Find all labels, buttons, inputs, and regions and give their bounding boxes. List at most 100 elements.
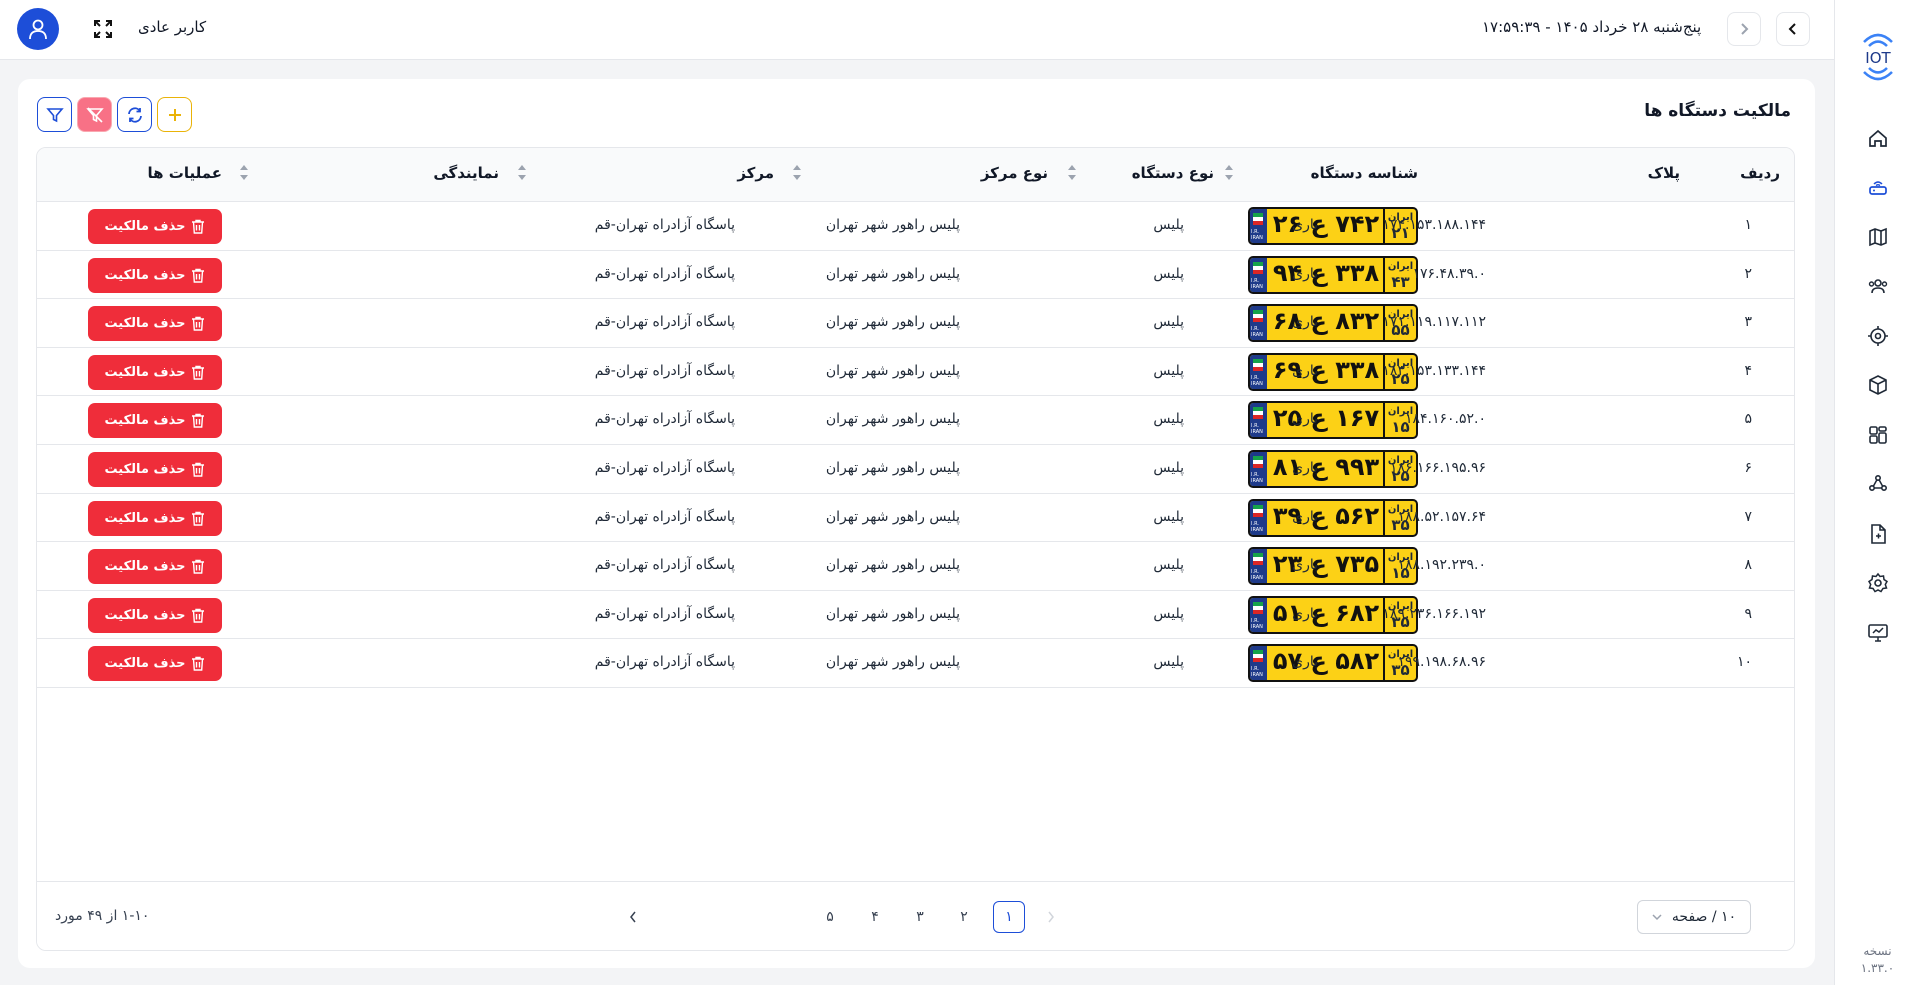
app-logo[interactable]: IOT [1835, 28, 1919, 86]
center-name: پلیس راهور شهر تهران [825, 508, 960, 525]
device-id: ۱۸۹.۲۳۶.۱۶۶.۱۹۲ [1382, 605, 1486, 622]
row-number: ۱ [1744, 217, 1752, 233]
page-button-1[interactable]: ۱ [993, 901, 1025, 933]
table-row: ۷ I.R. IRAN ۵۶۲ ع ۳۹ ایران ۳۵ ۱۸۸.۵۲.۱۵۷.۶۴ بار… [37, 493, 1794, 543]
agency-name: پاسگاه آزادراه تهران-قم [594, 265, 735, 282]
row-number: ۵ [1744, 411, 1752, 428]
delete-ownership-button[interactable]: حذف مالکیت [88, 209, 222, 244]
delete-ownership-button[interactable]: حذف مالکیت [88, 306, 222, 342]
license-plate: I.R. IRAN ۵۸۲ ع ۵۷ ایران ۳۵ [1248, 644, 1418, 683]
page-size-select[interactable]: ۱۰ / صفحه [1637, 900, 1751, 934]
trash-icon [192, 511, 205, 526]
center-name: پلیس راهور شهر تهران [825, 605, 960, 622]
device-id: ۱۷۶.۴۸.۳۹.۰ [1412, 265, 1486, 282]
sidebar-item-file[interactable] [1835, 509, 1919, 559]
chevron-down-icon [1652, 913, 1662, 920]
agency-name: پاسگاه آزادراه تهران-قم [594, 217, 735, 233]
device-id: ۱۸۳.۱۵۳.۱۳۳.۱۴۴ [1382, 362, 1486, 379]
sidebar-item-router[interactable] [1835, 163, 1919, 213]
delete-ownership-button[interactable]: حذف مالکیت [88, 354, 222, 390]
delete-ownership-button[interactable]: حذف مالکیت [88, 257, 222, 293]
page-button-2[interactable]: ۲ [948, 901, 980, 933]
sort-agency-icon[interactable] [517, 165, 527, 187]
dashboard-icon [1868, 425, 1887, 444]
plate-flag-strip: I.R. IRAN [1250, 403, 1267, 438]
sidebar-item-network[interactable] [1835, 460, 1919, 510]
sidebar-item-dashboard[interactable] [1835, 410, 1919, 460]
page-button-4[interactable]: ۴ [859, 901, 891, 933]
user-name[interactable]: کاربر عادی [138, 18, 206, 36]
page-title: مالکیت دستگاه ها [1644, 101, 1791, 121]
iran-flag-icon [1253, 213, 1263, 225]
plate-main-number: ۸۳۲ ع ۶۸ [1272, 307, 1380, 336]
delete-ownership-button[interactable]: حذف مالکیت [88, 403, 222, 439]
sidebar-item-target[interactable] [1835, 311, 1919, 361]
delete-ownership-label: حذف مالکیت [104, 462, 186, 477]
page-button-3[interactable]: ۳ [904, 901, 936, 933]
clear-filter-button[interactable] [77, 97, 112, 132]
iran-flag-icon [1253, 601, 1263, 614]
user-avatar[interactable] [17, 8, 59, 50]
back-button[interactable] [1776, 12, 1810, 46]
center-name: پلیس راهور شهر تهران [825, 362, 960, 379]
delete-ownership-label: حذف مالکیت [104, 219, 186, 234]
delete-ownership-label: حذف مالکیت [104, 267, 186, 283]
prev-page-button[interactable] [1035, 901, 1067, 933]
delete-ownership-button[interactable]: حذف مالکیت [88, 452, 222, 487]
trash-icon [192, 657, 205, 672]
page-button-5[interactable]: ۵ [814, 901, 846, 933]
filter-button[interactable] [37, 97, 72, 132]
plus-icon [168, 108, 181, 121]
trash-icon [192, 608, 205, 623]
delete-ownership-button[interactable]: حذف مالکیت [88, 597, 222, 633]
refresh-button[interactable] [117, 97, 152, 132]
agency-name: پاسگاه آزادراه تهران-قم [594, 460, 735, 476]
sidebar-item-users[interactable] [1835, 262, 1919, 312]
agency-name: پاسگاه آزادراه تهران-قم [594, 605, 735, 622]
sidebar-item-map[interactable] [1835, 212, 1919, 262]
sort-actions-icon[interactable] [239, 165, 249, 187]
sidebar-item-settings[interactable] [1835, 559, 1919, 609]
device-type: باری [1292, 411, 1318, 428]
device-type: باری [1292, 605, 1318, 622]
file-icon [1870, 523, 1886, 544]
center-name: پلیس راهور شهر تهران [825, 557, 960, 574]
col-center-type[interactable]: نوع مرکز [981, 164, 1048, 182]
device-id: ۱۸۴.۱۶۰.۵۲.۰ [1404, 411, 1486, 428]
license-plate: I.R. IRAN ۵۶۲ ع ۳۹ ایران ۳۵ [1248, 498, 1418, 537]
col-actions[interactable]: عملیات ها [147, 164, 222, 182]
device-type: باری [1292, 557, 1318, 574]
forward-button[interactable] [1727, 12, 1761, 46]
version-number: ۱.۳۳.۰ [1860, 961, 1895, 975]
plate-main-number: ۷۴۲ ع ۲۶ [1272, 210, 1380, 238]
delete-ownership-button[interactable]: حذف مالکیت [88, 646, 222, 682]
delete-ownership-button[interactable]: حذف مالکیت [88, 500, 222, 536]
delete-ownership-button[interactable]: حذف مالکیت [88, 549, 222, 585]
trash-icon [192, 365, 205, 380]
add-button[interactable] [157, 97, 192, 132]
center-type: پلیس [1153, 411, 1184, 428]
center-type: پلیس [1153, 362, 1184, 379]
sort-center-type-icon[interactable] [1067, 165, 1077, 187]
col-device-type[interactable]: نوع دستگاه [1132, 164, 1214, 182]
fullscreen-icon[interactable] [92, 18, 114, 40]
center-type: پلیس [1153, 265, 1184, 282]
sort-device-type-icon[interactable] [1224, 165, 1234, 187]
settings-icon [1867, 573, 1888, 593]
col-agency[interactable]: نمایندگی [433, 164, 499, 182]
main-card: مالکیت دستگاه ها ردیف پلاک شناسه دستگاه … [18, 79, 1815, 968]
delete-ownership-label: حذف مالکیت [104, 607, 186, 623]
sidebar-item-home[interactable] [1835, 113, 1919, 163]
device-type: باری [1292, 217, 1318, 233]
total-count: ۱-۱۰ از ۴۹ مورد [55, 908, 150, 924]
next-page-button[interactable] [617, 901, 649, 933]
row-number: ۲ [1744, 265, 1752, 282]
version-info: نسخه ۱.۳۳.۰ [1835, 943, 1919, 977]
agency-name: پاسگاه آزادراه تهران-قم [594, 362, 735, 379]
sidebar-item-monitor[interactable] [1835, 608, 1919, 658]
sort-center-icon[interactable] [792, 165, 802, 187]
sidebar-item-box[interactable] [1835, 361, 1919, 411]
device-id: ۱۷۱.۱۱۹.۱۱۷.۱۱۲ [1382, 314, 1486, 331]
col-center[interactable]: مرکز [737, 164, 774, 182]
current-datetime: پنج‌شنبه ۲۸ خرداد ۱۴۰۵ - ۱۷:۵۹:۳۹ [1482, 18, 1702, 36]
